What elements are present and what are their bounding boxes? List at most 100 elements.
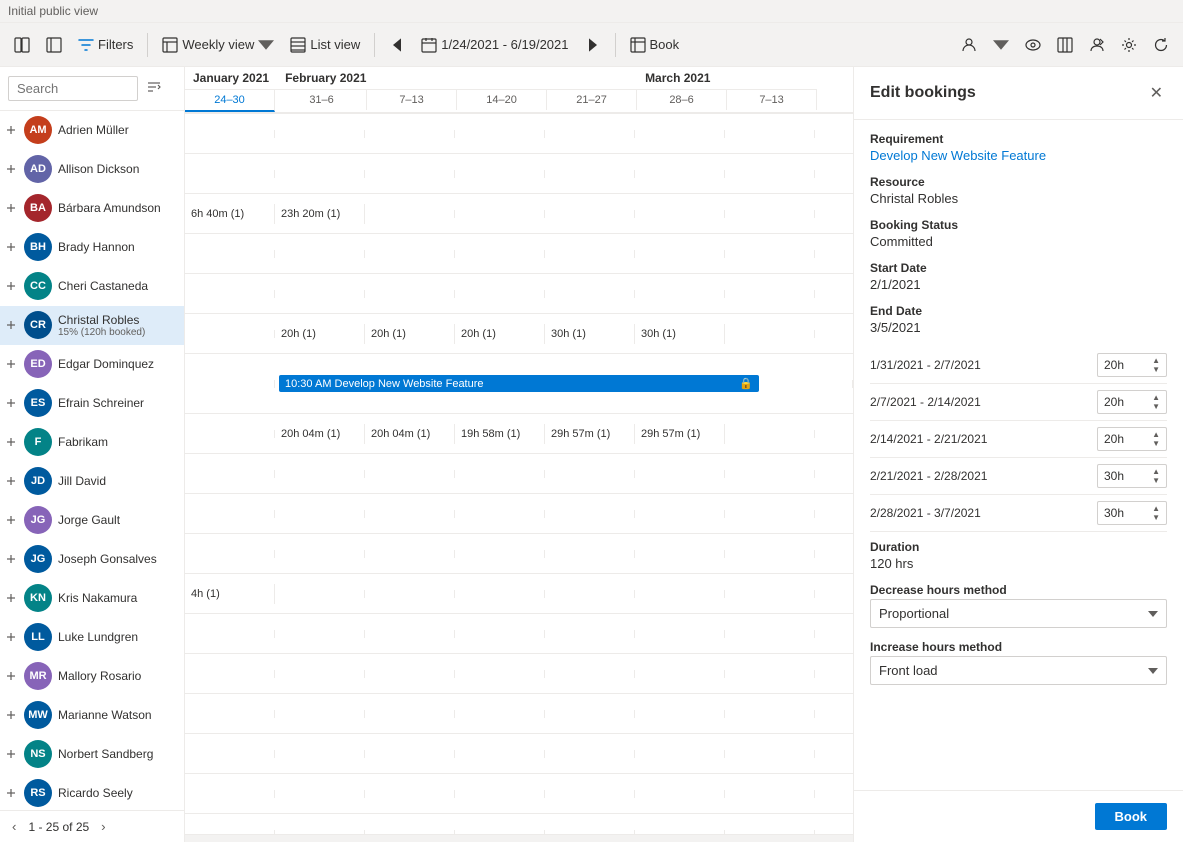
week-col-header[interactable]: 7–13 [367,90,457,110]
grid-cell-jorge-0: 4h (1) [185,584,275,604]
resource-item-ricardo[interactable]: RSRicardo Seely [0,774,184,810]
date-range-btn[interactable]: 1/24/2021 - 6/19/2021 [415,33,574,57]
week-cols: 31–67–1314–2021–27 [277,90,637,110]
hours-down-0[interactable]: ▼ [1152,365,1160,374]
settings-btn[interactable] [1115,33,1143,57]
expand-icon-norbert[interactable] [4,747,18,761]
resource-item-mallory[interactable]: MRMallory Rosario [0,657,184,696]
week-col-header[interactable]: 21–27 [547,90,637,110]
week-col-header[interactable]: 7–13 [727,90,817,110]
expand-icon-christal[interactable] [4,318,18,332]
hours-up-2[interactable]: ▲ [1152,430,1160,439]
grid-cell-brady-1 [275,250,365,258]
resource-value: Christal Robles [870,191,1167,206]
resource-item-joseph[interactable]: JGJoseph Gonsalves [0,540,184,579]
expand-icon-brady[interactable] [4,240,18,254]
booking-bar[interactable]: 10:30 AM Develop New Website Feature🔒 [279,375,759,392]
prev-page-btn[interactable]: ‹ [8,817,20,836]
expand-icon-fabrikam[interactable] [4,435,18,449]
hours-input-1[interactable]: 20h▲▼ [1097,390,1167,414]
hours-spinner-3[interactable]: ▲▼ [1152,467,1160,485]
hours-down-2[interactable]: ▼ [1152,439,1160,448]
resource-item-adrien[interactable]: AMAdrien Müller [0,111,184,150]
grid-cell-mallory-1 [275,750,365,758]
expand-icon-efrain[interactable] [4,396,18,410]
week-col-header[interactable]: 24–30 [185,90,275,112]
hours-input-2[interactable]: 20h▲▼ [1097,427,1167,451]
person-btn[interactable] [1083,33,1111,57]
resource-item-jill[interactable]: JDJill David [0,462,184,501]
expand-icon-marianne[interactable] [4,708,18,722]
hours-up-3[interactable]: ▲ [1152,467,1160,476]
list-view-btn[interactable]: List view [284,33,366,57]
resource-item-jorge[interactable]: JGJorge Gault [0,501,184,540]
resource-item-cheri[interactable]: CCCheri Castaneda [0,267,184,306]
resource-item-allison[interactable]: ADAllison Dickson [0,150,184,189]
resource-item-edgar[interactable]: EDEdgar Dominquez [0,345,184,384]
hours-input-4[interactable]: 30h▲▼ [1097,501,1167,525]
expand-icon-joseph[interactable] [4,552,18,566]
hours-up-4[interactable]: ▲ [1152,504,1160,513]
resource-item-marianne[interactable]: MWMarianne Watson [0,696,184,735]
expand-icon-edgar[interactable] [4,357,18,371]
grid-cell-edgar-0 [185,430,275,438]
chevron-down-btn[interactable] [987,33,1015,57]
increase-method-dropdown[interactable]: Front load [870,656,1167,685]
resource-item-barbara[interactable]: BABárbara Amundson [0,189,184,228]
sort-btn[interactable] [142,75,166,102]
week-col-header[interactable]: 28–6 [637,90,727,110]
search-input[interactable] [8,76,138,101]
resource-item-fabrikam[interactable]: FFabrikam [0,423,184,462]
resource-list: AMAdrien MüllerADAllison DicksonBABárbar… [0,111,184,810]
hours-down-1[interactable]: ▼ [1152,402,1160,411]
hours-spinner-2[interactable]: ▲▼ [1152,430,1160,448]
prev-btn[interactable] [383,33,411,57]
book-btn[interactable]: Book [1095,803,1168,830]
expand-icon-mallory[interactable] [4,669,18,683]
expand-icon-jorge[interactable] [4,513,18,527]
hours-spinner-1[interactable]: ▲▼ [1152,393,1160,411]
filters-btn[interactable]: Filters [72,33,139,57]
refresh-btn[interactable] [1147,33,1175,57]
requirement-value[interactable]: Develop New Website Feature [870,148,1167,163]
book-toolbar-btn[interactable]: Book [624,33,686,57]
resource-btn[interactable] [955,33,983,57]
resource-item-christal[interactable]: CRChristal Robles15% (120h booked) [0,306,184,345]
expand-icon-luke[interactable] [4,630,18,644]
hours-up-0[interactable]: ▲ [1152,356,1160,365]
week-col-header[interactable]: 14–20 [457,90,547,110]
expand-icon-cheri[interactable] [4,279,18,293]
next-btn[interactable] [579,33,607,57]
hours-down-4[interactable]: ▼ [1152,513,1160,522]
resource-item-kris[interactable]: KNKris Nakamura [0,579,184,618]
calendar-scrollbar[interactable] [185,834,853,842]
week-col-header[interactable]: 31–6 [277,90,367,110]
close-panel-btn[interactable]: ✕ [1146,79,1167,107]
expand-icon-jill[interactable] [4,474,18,488]
hours-down-3[interactable]: ▼ [1152,476,1160,485]
hours-up-1[interactable]: ▲ [1152,393,1160,402]
collapse-btn[interactable] [40,33,68,57]
hours-spinner-0[interactable]: ▲▼ [1152,356,1160,374]
expand-icon-adrien[interactable] [4,123,18,137]
eye-btn[interactable] [1019,33,1047,57]
next-page-btn[interactable]: › [97,817,109,836]
expand-icon-barbara[interactable] [4,201,18,215]
hours-spinner-4[interactable]: ▲▼ [1152,504,1160,522]
resource-item-luke[interactable]: LLLuke Lundgren [0,618,184,657]
expand-icon-kris[interactable] [4,591,18,605]
grid-cell-barbara-0: 6h 40m (1) [185,204,275,224]
resource-item-efrain[interactable]: ESEfrain Schreiner [0,384,184,423]
pagination: ‹ 1 - 25 of 25 › [0,810,184,842]
resource-item-brady[interactable]: BHBrady Hannon [0,228,184,267]
hours-input-0[interactable]: 20h▲▼ [1097,353,1167,377]
toggle-panel-btn[interactable] [8,33,36,57]
columns-btn[interactable] [1051,33,1079,57]
expand-icon-allison[interactable] [4,162,18,176]
calendar-grid[interactable]: 6h 40m (1)23h 20m (1)20h (1)20h (1)20h (… [185,114,853,834]
hours-input-3[interactable]: 30h▲▼ [1097,464,1167,488]
decrease-method-dropdown[interactable]: Proportional [870,599,1167,628]
resource-item-norbert[interactable]: NSNorbert Sandberg [0,735,184,774]
weekly-view-btn[interactable]: Weekly view [156,33,280,57]
expand-icon-ricardo[interactable] [4,786,18,800]
